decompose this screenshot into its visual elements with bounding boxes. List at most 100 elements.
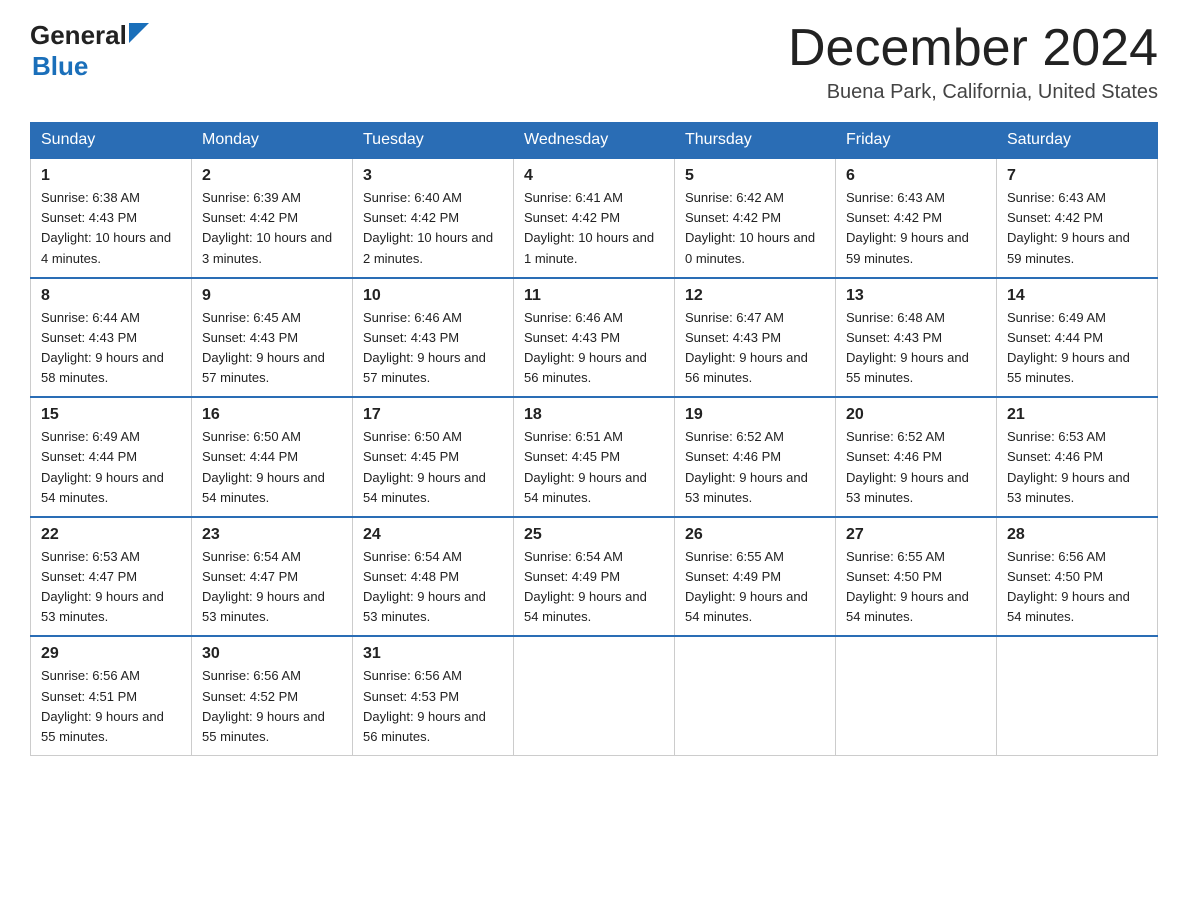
day-info: Sunrise: 6:41 AM Sunset: 4:42 PM Dayligh…	[524, 188, 664, 269]
day-info: Sunrise: 6:53 AM Sunset: 4:46 PM Dayligh…	[1007, 427, 1147, 508]
day-number: 13	[846, 287, 986, 305]
day-number: 12	[685, 287, 825, 305]
calendar-cell: 13 Sunrise: 6:48 AM Sunset: 4:43 PM Dayl…	[836, 278, 997, 398]
day-info: Sunrise: 6:56 AM Sunset: 4:50 PM Dayligh…	[1007, 547, 1147, 628]
calendar-cell: 30 Sunrise: 6:56 AM Sunset: 4:52 PM Dayl…	[192, 636, 353, 755]
day-info: Sunrise: 6:42 AM Sunset: 4:42 PM Dayligh…	[685, 188, 825, 269]
day-number: 20	[846, 406, 986, 424]
calendar-cell: 22 Sunrise: 6:53 AM Sunset: 4:47 PM Dayl…	[31, 517, 192, 637]
logo-triangle-icon	[129, 23, 149, 43]
day-info: Sunrise: 6:49 AM Sunset: 4:44 PM Dayligh…	[41, 427, 181, 508]
calendar-week-row: 29 Sunrise: 6:56 AM Sunset: 4:51 PM Dayl…	[31, 636, 1158, 755]
logo-blue: Blue	[32, 51, 149, 82]
day-info: Sunrise: 6:54 AM Sunset: 4:49 PM Dayligh…	[524, 547, 664, 628]
day-info: Sunrise: 6:52 AM Sunset: 4:46 PM Dayligh…	[846, 427, 986, 508]
day-number: 19	[685, 406, 825, 424]
calendar-cell: 4 Sunrise: 6:41 AM Sunset: 4:42 PM Dayli…	[514, 158, 675, 278]
day-number: 4	[524, 167, 664, 185]
day-number: 11	[524, 287, 664, 305]
day-number: 8	[41, 287, 181, 305]
calendar-cell	[836, 636, 997, 755]
calendar-cell: 17 Sunrise: 6:50 AM Sunset: 4:45 PM Dayl…	[353, 397, 514, 517]
location-title: Buena Park, California, United States	[788, 81, 1158, 104]
calendar-cell: 6 Sunrise: 6:43 AM Sunset: 4:42 PM Dayli…	[836, 158, 997, 278]
page-header: General Blue December 2024 Buena Park, C…	[30, 20, 1158, 104]
day-number: 30	[202, 645, 342, 663]
day-info: Sunrise: 6:56 AM Sunset: 4:53 PM Dayligh…	[363, 666, 503, 747]
logo-general: General	[30, 20, 127, 51]
day-info: Sunrise: 6:38 AM Sunset: 4:43 PM Dayligh…	[41, 188, 181, 269]
day-info: Sunrise: 6:54 AM Sunset: 4:47 PM Dayligh…	[202, 547, 342, 628]
day-number: 27	[846, 526, 986, 544]
calendar-cell: 7 Sunrise: 6:43 AM Sunset: 4:42 PM Dayli…	[997, 158, 1158, 278]
column-header-thursday: Thursday	[675, 123, 836, 159]
day-number: 16	[202, 406, 342, 424]
day-info: Sunrise: 6:56 AM Sunset: 4:51 PM Dayligh…	[41, 666, 181, 747]
day-info: Sunrise: 6:47 AM Sunset: 4:43 PM Dayligh…	[685, 308, 825, 389]
day-info: Sunrise: 6:43 AM Sunset: 4:42 PM Dayligh…	[1007, 188, 1147, 269]
day-info: Sunrise: 6:49 AM Sunset: 4:44 PM Dayligh…	[1007, 308, 1147, 389]
calendar-cell: 1 Sunrise: 6:38 AM Sunset: 4:43 PM Dayli…	[31, 158, 192, 278]
calendar-week-row: 22 Sunrise: 6:53 AM Sunset: 4:47 PM Dayl…	[31, 517, 1158, 637]
calendar-cell: 26 Sunrise: 6:55 AM Sunset: 4:49 PM Dayl…	[675, 517, 836, 637]
calendar-cell: 20 Sunrise: 6:52 AM Sunset: 4:46 PM Dayl…	[836, 397, 997, 517]
day-info: Sunrise: 6:40 AM Sunset: 4:42 PM Dayligh…	[363, 188, 503, 269]
calendar-cell	[514, 636, 675, 755]
calendar-cell: 28 Sunrise: 6:56 AM Sunset: 4:50 PM Dayl…	[997, 517, 1158, 637]
column-header-wednesday: Wednesday	[514, 123, 675, 159]
calendar-cell: 25 Sunrise: 6:54 AM Sunset: 4:49 PM Dayl…	[514, 517, 675, 637]
calendar-cell: 14 Sunrise: 6:49 AM Sunset: 4:44 PM Dayl…	[997, 278, 1158, 398]
day-info: Sunrise: 6:48 AM Sunset: 4:43 PM Dayligh…	[846, 308, 986, 389]
day-number: 31	[363, 645, 503, 663]
calendar-header-row: SundayMondayTuesdayWednesdayThursdayFrid…	[31, 123, 1158, 159]
day-info: Sunrise: 6:55 AM Sunset: 4:50 PM Dayligh…	[846, 547, 986, 628]
calendar-cell: 18 Sunrise: 6:51 AM Sunset: 4:45 PM Dayl…	[514, 397, 675, 517]
day-number: 10	[363, 287, 503, 305]
day-number: 28	[1007, 526, 1147, 544]
day-info: Sunrise: 6:44 AM Sunset: 4:43 PM Dayligh…	[41, 308, 181, 389]
day-number: 17	[363, 406, 503, 424]
day-info: Sunrise: 6:51 AM Sunset: 4:45 PM Dayligh…	[524, 427, 664, 508]
column-header-monday: Monday	[192, 123, 353, 159]
day-info: Sunrise: 6:53 AM Sunset: 4:47 PM Dayligh…	[41, 547, 181, 628]
column-header-tuesday: Tuesday	[353, 123, 514, 159]
day-number: 15	[41, 406, 181, 424]
day-info: Sunrise: 6:39 AM Sunset: 4:42 PM Dayligh…	[202, 188, 342, 269]
day-info: Sunrise: 6:52 AM Sunset: 4:46 PM Dayligh…	[685, 427, 825, 508]
calendar-cell: 10 Sunrise: 6:46 AM Sunset: 4:43 PM Dayl…	[353, 278, 514, 398]
calendar-cell: 5 Sunrise: 6:42 AM Sunset: 4:42 PM Dayli…	[675, 158, 836, 278]
day-info: Sunrise: 6:43 AM Sunset: 4:42 PM Dayligh…	[846, 188, 986, 269]
logo: General Blue	[30, 20, 149, 82]
calendar-cell: 3 Sunrise: 6:40 AM Sunset: 4:42 PM Dayli…	[353, 158, 514, 278]
title-block: December 2024 Buena Park, California, Un…	[788, 20, 1158, 104]
calendar-cell: 23 Sunrise: 6:54 AM Sunset: 4:47 PM Dayl…	[192, 517, 353, 637]
column-header-friday: Friday	[836, 123, 997, 159]
calendar-cell: 24 Sunrise: 6:54 AM Sunset: 4:48 PM Dayl…	[353, 517, 514, 637]
calendar-cell: 27 Sunrise: 6:55 AM Sunset: 4:50 PM Dayl…	[836, 517, 997, 637]
day-info: Sunrise: 6:46 AM Sunset: 4:43 PM Dayligh…	[524, 308, 664, 389]
day-number: 29	[41, 645, 181, 663]
calendar-cell: 31 Sunrise: 6:56 AM Sunset: 4:53 PM Dayl…	[353, 636, 514, 755]
calendar-week-row: 1 Sunrise: 6:38 AM Sunset: 4:43 PM Dayli…	[31, 158, 1158, 278]
calendar-cell: 15 Sunrise: 6:49 AM Sunset: 4:44 PM Dayl…	[31, 397, 192, 517]
calendar-cell: 16 Sunrise: 6:50 AM Sunset: 4:44 PM Dayl…	[192, 397, 353, 517]
calendar-cell: 8 Sunrise: 6:44 AM Sunset: 4:43 PM Dayli…	[31, 278, 192, 398]
day-info: Sunrise: 6:46 AM Sunset: 4:43 PM Dayligh…	[363, 308, 503, 389]
day-info: Sunrise: 6:50 AM Sunset: 4:45 PM Dayligh…	[363, 427, 503, 508]
day-number: 7	[1007, 167, 1147, 185]
day-number: 2	[202, 167, 342, 185]
calendar-cell	[997, 636, 1158, 755]
calendar-week-row: 8 Sunrise: 6:44 AM Sunset: 4:43 PM Dayli…	[31, 278, 1158, 398]
calendar-cell: 11 Sunrise: 6:46 AM Sunset: 4:43 PM Dayl…	[514, 278, 675, 398]
day-info: Sunrise: 6:45 AM Sunset: 4:43 PM Dayligh…	[202, 308, 342, 389]
calendar-table: SundayMondayTuesdayWednesdayThursdayFrid…	[30, 122, 1158, 756]
calendar-cell: 21 Sunrise: 6:53 AM Sunset: 4:46 PM Dayl…	[997, 397, 1158, 517]
calendar-cell: 9 Sunrise: 6:45 AM Sunset: 4:43 PM Dayli…	[192, 278, 353, 398]
calendar-cell: 29 Sunrise: 6:56 AM Sunset: 4:51 PM Dayl…	[31, 636, 192, 755]
calendar-cell: 2 Sunrise: 6:39 AM Sunset: 4:42 PM Dayli…	[192, 158, 353, 278]
day-info: Sunrise: 6:50 AM Sunset: 4:44 PM Dayligh…	[202, 427, 342, 508]
calendar-week-row: 15 Sunrise: 6:49 AM Sunset: 4:44 PM Dayl…	[31, 397, 1158, 517]
day-info: Sunrise: 6:55 AM Sunset: 4:49 PM Dayligh…	[685, 547, 825, 628]
day-number: 5	[685, 167, 825, 185]
day-number: 22	[41, 526, 181, 544]
